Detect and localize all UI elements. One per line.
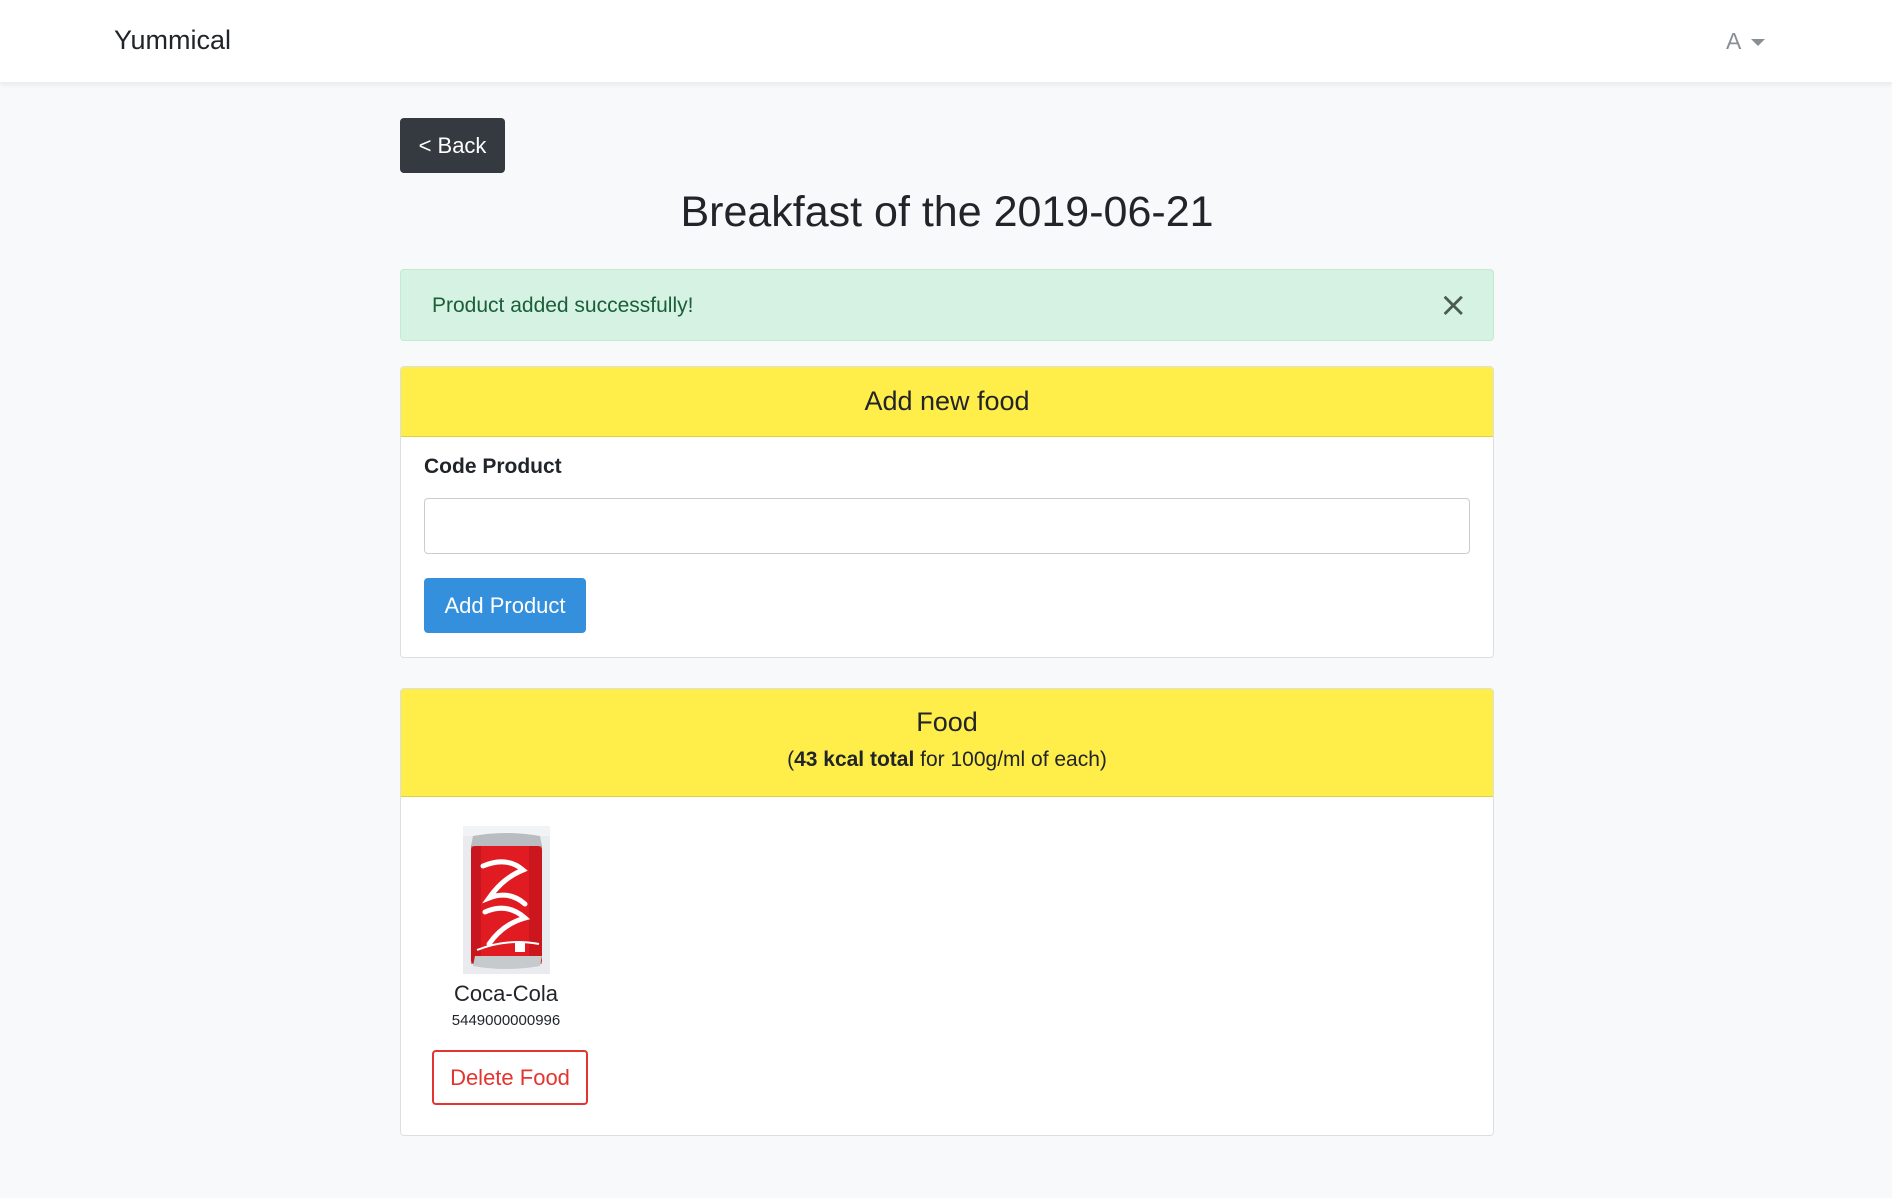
delete-food-button[interactable]: Delete Food <box>432 1050 588 1105</box>
food-card-header: Food (43 kcal total for 100g/ml of each) <box>401 689 1493 797</box>
add-food-card: Add new food Code Product Add Product <box>400 366 1494 658</box>
add-food-title: Add new food <box>864 386 1030 416</box>
user-initial: A <box>1726 27 1742 54</box>
code-product-label: Code Product <box>424 455 562 478</box>
code-product-input[interactable] <box>424 498 1470 554</box>
back-button[interactable]: < Back <box>400 118 505 173</box>
success-alert: Product added successfully! × <box>400 269 1494 341</box>
user-menu-dropdown[interactable]: A <box>1726 26 1766 56</box>
food-code: 5449000000996 <box>451 1012 561 1029</box>
add-product-button[interactable]: Add Product <box>424 578 586 633</box>
food-kcal-summary: (43 kcal total for 100g/ml of each) <box>401 748 1493 772</box>
caret-down-icon <box>1751 38 1766 46</box>
food-name: Coca-Cola <box>454 981 558 1006</box>
summary-suffix: for 100g/ml of each) <box>914 748 1107 771</box>
page-title: Breakfast of the 2019-06-21 <box>680 188 1214 236</box>
kcal-total: 43 kcal total <box>794 748 915 771</box>
alert-message: Product added successfully! <box>432 294 694 317</box>
food-title: Food <box>916 707 978 737</box>
brand-logo-link[interactable]: Yummical <box>114 24 231 56</box>
food-item: Coca-Cola 5449000000996 <box>431 826 581 1029</box>
navbar: Yummical A <box>0 0 1892 83</box>
close-icon[interactable]: × <box>1439 288 1468 322</box>
coca-cola-can-image <box>462 826 550 974</box>
add-food-card-header: Add new food <box>401 367 1493 437</box>
food-list-card: Food (43 kcal total for 100g/ml of each)… <box>400 688 1494 1136</box>
